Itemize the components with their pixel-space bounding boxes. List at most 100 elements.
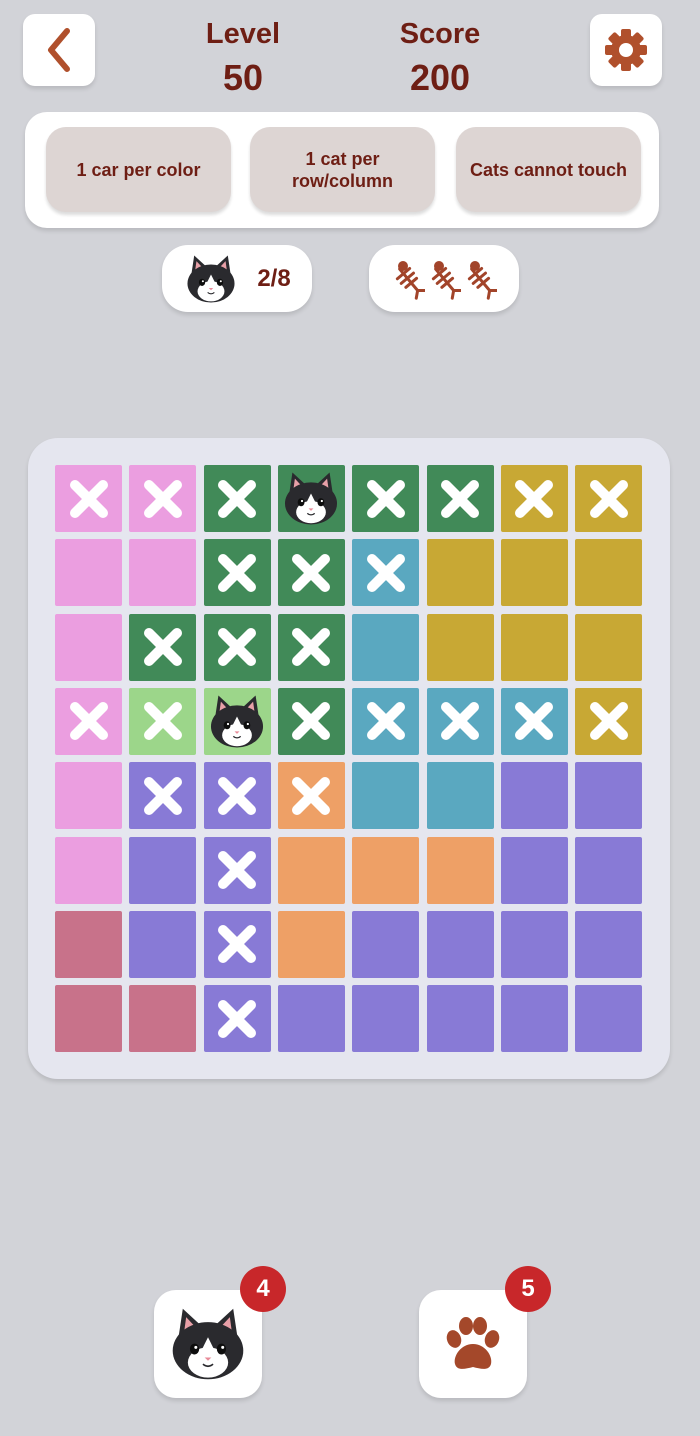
grid-cell[interactable]: [203, 762, 271, 830]
grid-cell[interactable]: [55, 687, 122, 755]
grid-cell[interactable]: [55, 836, 122, 904]
x-mark-icon: [587, 699, 631, 743]
grid-cell[interactable]: [426, 539, 494, 607]
x-mark-icon: [364, 551, 408, 595]
x-mark-icon: [215, 774, 259, 818]
paw-hint-button[interactable]: 5: [419, 1266, 551, 1398]
grid-cell[interactable]: [277, 910, 345, 978]
grid-cell[interactable]: [575, 762, 643, 830]
grid-cell[interactable]: [500, 762, 568, 830]
grid-cell[interactable]: [426, 687, 494, 755]
grid-cell[interactable]: [55, 465, 122, 532]
grid-cell[interactable]: [575, 985, 643, 1053]
cat-count-badge: 4: [240, 1266, 286, 1312]
grid-cell[interactable]: [129, 539, 197, 607]
grid-cell[interactable]: [129, 910, 197, 978]
grid-cell[interactable]: [129, 613, 197, 681]
grid-cell[interactable]: [55, 539, 122, 607]
x-mark-icon: [215, 848, 259, 892]
grid-cell[interactable]: [500, 539, 568, 607]
grid-cell[interactable]: [277, 687, 345, 755]
grid-cell[interactable]: [352, 836, 420, 904]
x-mark-icon: [289, 774, 333, 818]
x-mark-icon: [67, 699, 111, 743]
back-button[interactable]: [23, 14, 95, 86]
grid-cell[interactable]: [203, 687, 271, 755]
grid-cell[interactable]: [352, 985, 420, 1053]
x-mark-icon: [215, 551, 259, 595]
score-label: Score: [399, 18, 481, 50]
grid-cell[interactable]: [203, 539, 271, 607]
grid-cell[interactable]: [352, 613, 420, 681]
game-board: [28, 438, 670, 1079]
grid-cell[interactable]: [55, 762, 122, 830]
grid-cell[interactable]: [575, 836, 643, 904]
x-mark-icon: [215, 997, 259, 1041]
x-mark-icon: [438, 699, 482, 743]
cat-icon: [187, 254, 235, 303]
grid-cell[interactable]: [352, 465, 420, 532]
grid-cell[interactable]: [352, 687, 420, 755]
gear-icon: [605, 29, 647, 71]
grid-cell[interactable]: [129, 762, 197, 830]
grid-cell[interactable]: [55, 985, 122, 1053]
place-cat-button[interactable]: 4: [154, 1266, 286, 1398]
grid-cell[interactable]: [575, 539, 643, 607]
grid-cell[interactable]: [426, 985, 494, 1053]
lives-indicator: [369, 245, 519, 312]
grid-cell[interactable]: [55, 613, 122, 681]
x-mark-icon: [141, 477, 185, 521]
grid-cell[interactable]: [426, 910, 494, 978]
grid-cell[interactable]: [203, 836, 271, 904]
grid-cell[interactable]: [203, 910, 271, 978]
grid-cell[interactable]: [277, 985, 345, 1053]
chevron-left-icon: [48, 28, 70, 72]
grid-cell[interactable]: [575, 910, 643, 978]
x-mark-icon: [289, 551, 333, 595]
grid-cell[interactable]: [426, 762, 494, 830]
level-label: Level: [205, 18, 281, 50]
grid-cell[interactable]: [500, 836, 568, 904]
grid-cell[interactable]: [500, 613, 568, 681]
grid-cell[interactable]: [203, 613, 271, 681]
cat-icon: [206, 693, 268, 750]
grid-cell[interactable]: [352, 539, 420, 607]
grid-cell[interactable]: [55, 910, 122, 978]
grid-cell[interactable]: [575, 465, 643, 532]
grid-cell[interactable]: [129, 985, 197, 1053]
cats-placed-count: 2/8: [257, 264, 291, 292]
grid-cell[interactable]: [426, 613, 494, 681]
grid-cell[interactable]: [426, 836, 494, 904]
grid-cell[interactable]: [352, 762, 420, 830]
grid-cell[interactable]: [500, 687, 568, 755]
grid-cell[interactable]: [129, 465, 197, 532]
x-mark-icon: [364, 699, 408, 743]
fish-bone-icon: [431, 260, 461, 300]
grid-cell[interactable]: [575, 687, 643, 755]
grid-cell[interactable]: [277, 465, 345, 532]
cat-icon: [172, 1308, 244, 1380]
fish-bone-icon: [395, 260, 425, 300]
grid-cell[interactable]: [129, 836, 197, 904]
grid-cell[interactable]: [203, 465, 271, 532]
settings-button[interactable]: [590, 14, 662, 86]
cat-counter: 2/8: [162, 245, 312, 312]
x-mark-icon: [215, 922, 259, 966]
grid-cell[interactable]: [426, 465, 494, 532]
x-mark-icon: [215, 477, 259, 521]
grid-cell[interactable]: [500, 465, 568, 532]
level-value: 50: [222, 57, 264, 98]
grid-cell[interactable]: [277, 613, 345, 681]
grid-cell[interactable]: [129, 687, 197, 755]
grid-cell[interactable]: [277, 836, 345, 904]
grid-cell[interactable]: [352, 910, 420, 978]
grid-cell[interactable]: [500, 985, 568, 1053]
grid-cell[interactable]: [203, 985, 271, 1053]
level-display: Level 50: [168, 14, 318, 98]
grid-cell[interactable]: [277, 762, 345, 830]
grid-cell[interactable]: [277, 539, 345, 607]
x-mark-icon: [364, 477, 408, 521]
grid-cell[interactable]: [575, 613, 643, 681]
x-mark-icon: [67, 477, 111, 521]
grid-cell[interactable]: [500, 910, 568, 978]
